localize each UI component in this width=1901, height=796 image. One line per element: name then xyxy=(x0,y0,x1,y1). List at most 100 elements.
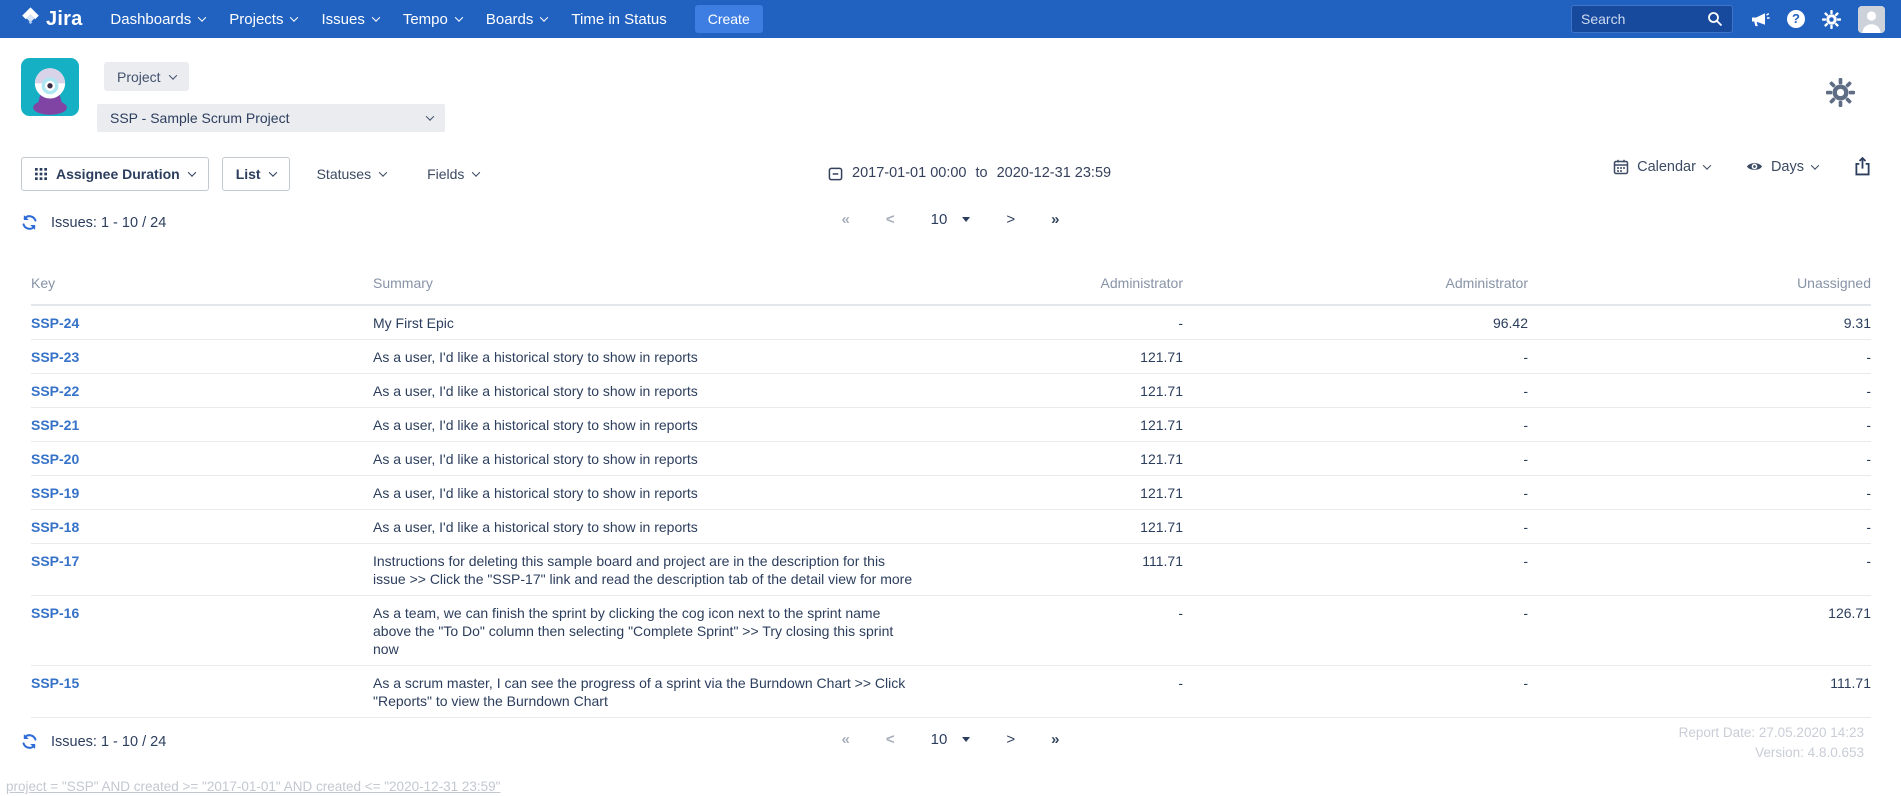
report-header: Project SSP - Sample Scrum Project xyxy=(0,38,1901,150)
export-icon[interactable] xyxy=(1854,157,1871,176)
column-header-administrator-2[interactable]: Administrator xyxy=(1183,260,1528,305)
report-type-dropdown[interactable]: Assignee Duration xyxy=(21,157,209,191)
chevron-down-icon xyxy=(168,71,176,79)
date-to: 2020-12-31 23:59 xyxy=(997,165,1112,181)
report-toolbar: Assignee Duration List Statuses Fields 2… xyxy=(0,150,1901,198)
nav-item-projects[interactable]: Projects xyxy=(229,11,297,28)
nav-item-tempo[interactable]: Tempo xyxy=(403,11,462,28)
statuses-dropdown[interactable]: Statuses xyxy=(303,157,400,191)
pagination-last-button[interactable]: » xyxy=(1051,731,1059,748)
nav-item-label: Projects xyxy=(229,11,283,28)
time-unit-dropdown[interactable]: Days xyxy=(1746,159,1818,175)
nav-item-boards[interactable]: Boards xyxy=(486,11,548,28)
issue-key-link[interactable]: SSP-19 xyxy=(31,485,79,501)
pagination-first-button[interactable]: « xyxy=(842,211,850,228)
column-header-key[interactable]: Key xyxy=(31,260,373,305)
pagination-next-button[interactable]: > xyxy=(1006,211,1015,228)
chevron-down-icon xyxy=(455,13,463,21)
refresh-icon[interactable] xyxy=(21,733,38,750)
date-range-picker[interactable]: 2017-01-01 00:00 to 2020-12-31 23:59 xyxy=(828,165,1111,181)
search-icon[interactable] xyxy=(1707,11,1723,27)
duration-unassigned: - xyxy=(1528,408,1871,442)
column-header-summary[interactable]: Summary xyxy=(373,260,933,305)
issue-key-link[interactable]: SSP-17 xyxy=(31,553,79,569)
issue-summary: As a user, I'd like a historical story t… xyxy=(373,510,933,544)
duration-administrator-1: - xyxy=(933,666,1183,718)
issue-summary: As a user, I'd like a historical story t… xyxy=(373,374,933,408)
nav-item-label: Boards xyxy=(486,11,534,28)
fields-dropdown[interactable]: Fields xyxy=(413,157,493,191)
chevron-down-icon xyxy=(1811,161,1819,169)
table-row: SSP-23 As a user, I'd like a historical … xyxy=(31,340,1871,374)
page-size-select[interactable]: 10 xyxy=(931,211,971,228)
duration-administrator-1: 121.71 xyxy=(933,340,1183,374)
issue-table-body: SSP-24 My First Epic - 96.42 9.31 SSP-23… xyxy=(31,305,1871,718)
chevron-down-icon xyxy=(198,13,206,21)
issue-key-link[interactable]: SSP-20 xyxy=(31,451,79,467)
project-filter-button[interactable]: Project xyxy=(104,62,189,91)
nav-item-label: Dashboards xyxy=(110,11,191,28)
nav-item-dashboards[interactable]: Dashboards xyxy=(110,11,205,28)
duration-administrator-2: - xyxy=(1183,666,1528,718)
pagination-prev-button[interactable]: < xyxy=(886,731,895,748)
issue-key-link[interactable]: SSP-18 xyxy=(31,519,79,535)
duration-administrator-1: 121.71 xyxy=(933,442,1183,476)
issues-count: Issues: 1 - 10 / 24 xyxy=(51,215,166,231)
pagination-prev-button[interactable]: < xyxy=(886,211,895,228)
pagination-next-button[interactable]: > xyxy=(1006,731,1015,748)
issues-bar-top: Issues: 1 - 10 / 24 « < 10 > » xyxy=(0,198,1901,260)
issue-key-link[interactable]: SSP-23 xyxy=(31,349,79,365)
caret-down-icon xyxy=(962,737,970,742)
duration-unassigned: - xyxy=(1528,442,1871,476)
project-filter-label: Project xyxy=(117,69,161,85)
table-row: SSP-20 As a user, I'd like a historical … xyxy=(31,442,1871,476)
nav-item-issues[interactable]: Issues xyxy=(321,11,378,28)
chevron-down-icon xyxy=(540,13,548,21)
duration-administrator-2: - xyxy=(1183,596,1528,666)
issue-key-link[interactable]: SSP-21 xyxy=(31,417,79,433)
duration-administrator-2: - xyxy=(1183,374,1528,408)
report-settings-gear-icon[interactable] xyxy=(1826,78,1855,112)
view-type-dropdown[interactable]: List xyxy=(222,157,290,191)
gear-icon[interactable] xyxy=(1822,10,1841,29)
column-header-administrator-1[interactable]: Administrator xyxy=(933,260,1183,305)
project-select[interactable]: SSP - Sample Scrum Project xyxy=(97,104,445,132)
user-avatar[interactable] xyxy=(1858,6,1885,33)
eye-icon xyxy=(1746,160,1763,173)
issue-key-link[interactable]: SSP-24 xyxy=(31,315,79,331)
table-row: SSP-17 Instructions for deleting this sa… xyxy=(31,544,1871,596)
fields-label: Fields xyxy=(427,166,464,182)
search-input[interactable] xyxy=(1581,11,1699,27)
jira-logo-text: Jira xyxy=(46,8,82,31)
caret-down-icon xyxy=(962,217,970,222)
megaphone-icon[interactable] xyxy=(1750,10,1770,28)
pagination-last-button[interactable]: » xyxy=(1051,211,1059,228)
project-avatar[interactable] xyxy=(21,58,79,116)
duration-administrator-1: 121.71 xyxy=(933,510,1183,544)
duration-administrator-2: - xyxy=(1183,510,1528,544)
duration-unassigned: 111.71 xyxy=(1528,666,1871,718)
duration-administrator-2: - xyxy=(1183,340,1528,374)
view-type-label: List xyxy=(236,166,261,182)
issue-key-link[interactable]: SSP-15 xyxy=(31,675,79,691)
create-button[interactable]: Create xyxy=(695,5,763,33)
issues-bar-bottom: Issues: 1 - 10 / 24 « < 10 > » Report Da… xyxy=(0,718,1901,774)
jql-query-link[interactable]: project = "SSP" AND created >= "2017-01-… xyxy=(6,779,500,794)
column-header-unassigned[interactable]: Unassigned xyxy=(1528,260,1871,305)
pagination-first-button[interactable]: « xyxy=(842,731,850,748)
table-header-row: Key Summary Administrator Administrator … xyxy=(31,260,1871,305)
nav-item-time-in-status[interactable]: Time in Status xyxy=(571,11,666,28)
page-size-select[interactable]: 10 xyxy=(931,731,971,748)
refresh-icon[interactable] xyxy=(21,214,38,231)
issues-count: Issues: 1 - 10 / 24 xyxy=(51,734,166,750)
date-separator: to xyxy=(976,165,988,181)
calendar-mode-dropdown[interactable]: Calendar xyxy=(1613,159,1710,175)
chevron-down-icon xyxy=(426,112,434,120)
duration-administrator-2: - xyxy=(1183,544,1528,596)
search-box[interactable] xyxy=(1571,5,1733,33)
jira-logo[interactable]: Jira xyxy=(20,6,82,32)
statuses-label: Statuses xyxy=(317,166,371,182)
issue-key-link[interactable]: SSP-22 xyxy=(31,383,79,399)
issue-key-link[interactable]: SSP-16 xyxy=(31,605,79,621)
help-icon[interactable] xyxy=(1787,10,1805,28)
